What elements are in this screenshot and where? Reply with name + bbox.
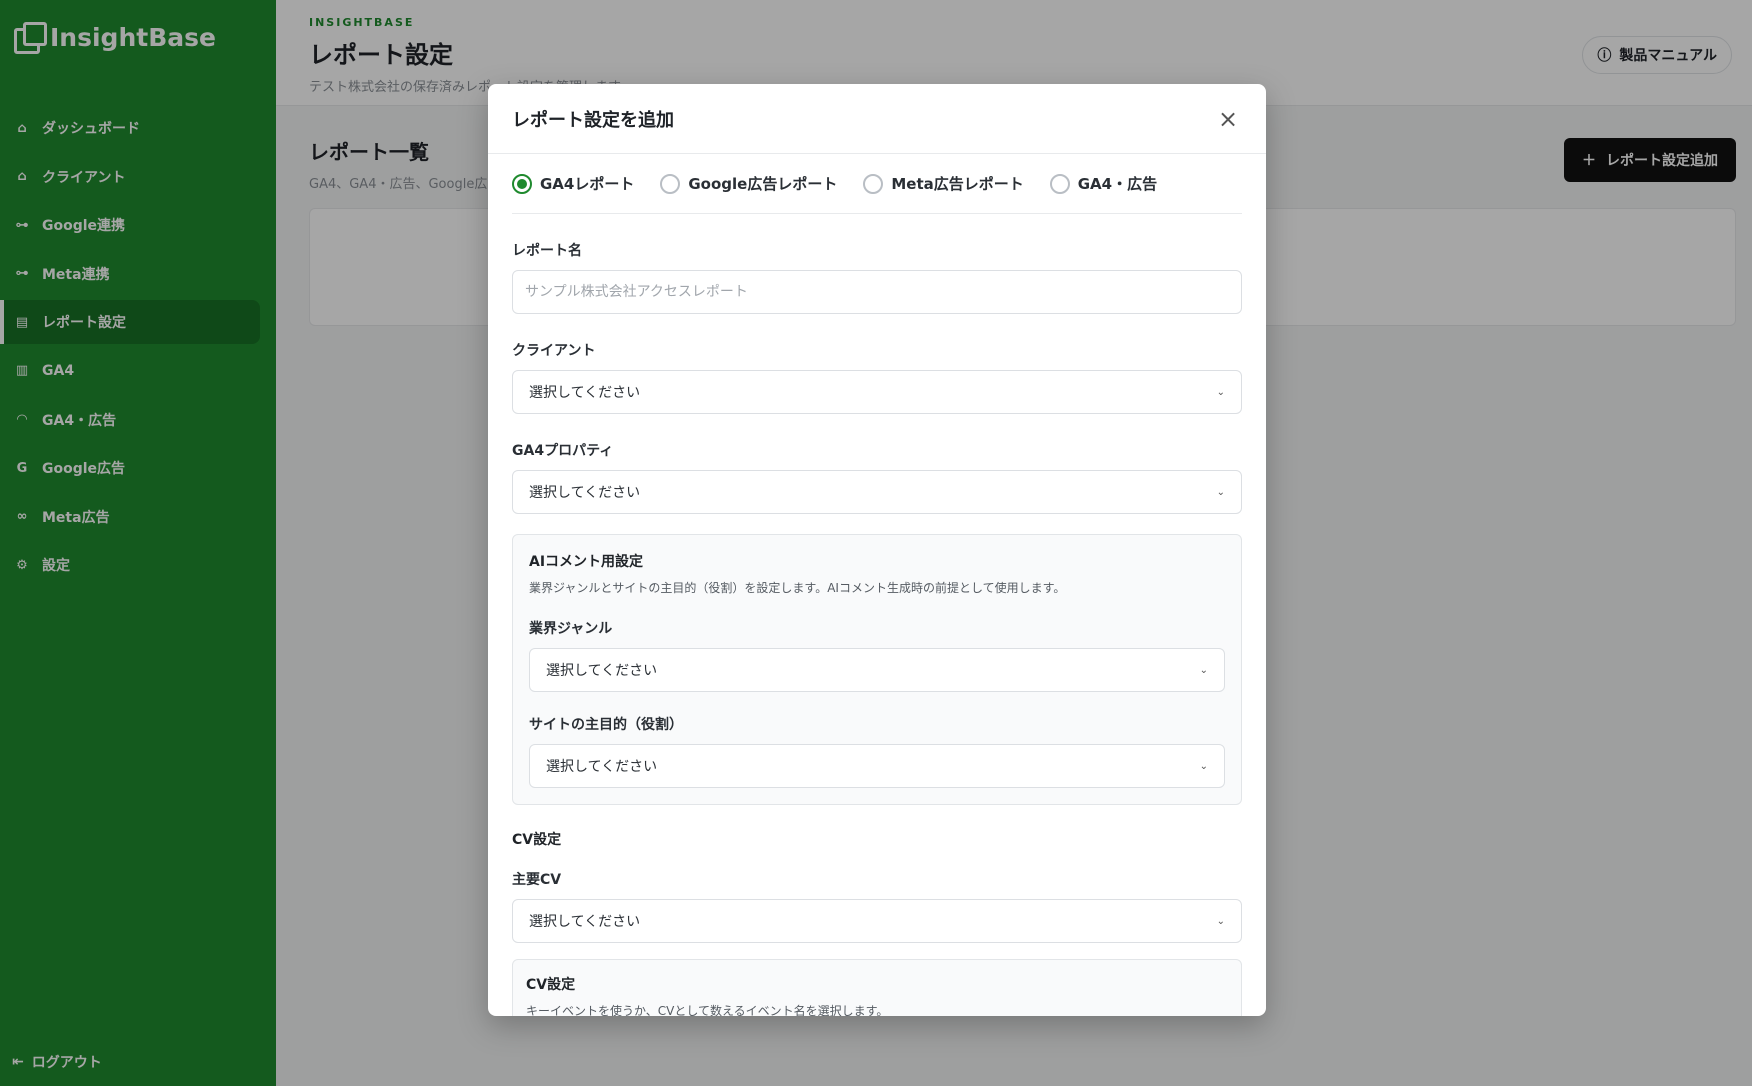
cv-box-description: キーイベントを使うか、CVとして数えるイベント名を選択します。 bbox=[526, 1004, 889, 1016]
select-value: 選択してください bbox=[529, 385, 641, 401]
ga4-property-select[interactable]: 選択してください ⌄ bbox=[512, 470, 1242, 514]
genre-select[interactable]: 選択してください ⌄ bbox=[529, 648, 1225, 692]
radio-google-ads-report[interactable]: Google広告レポート bbox=[660, 173, 837, 194]
main-cv-select[interactable]: 選択してください ⌄ bbox=[512, 899, 1242, 943]
chevron-down-icon: ⌄ bbox=[1216, 486, 1225, 498]
ai-settings-description: 業界ジャンルとサイトの主目的（役割）を設定します。AIコメント生成時の前提として… bbox=[529, 581, 1066, 595]
radio-label: GA4レポート bbox=[540, 175, 635, 193]
ai-comment-settings: AIコメント用設定 業界ジャンルとサイトの主目的（役割）を設定します。AIコメン… bbox=[512, 534, 1242, 805]
radio-ga4-report[interactable]: GA4レポート bbox=[512, 173, 634, 194]
radio-icon bbox=[660, 173, 681, 194]
chevron-down-icon: ⌄ bbox=[1199, 664, 1208, 676]
site-purpose-select[interactable]: 選択してください ⌄ bbox=[529, 744, 1225, 788]
radio-meta-ads-report[interactable]: Meta広告レポート bbox=[863, 173, 1024, 194]
select-value: 選択してください bbox=[546, 759, 658, 775]
cv-settings-box: CV設定 キーイベントを使うか、CVとして数えるイベント名を選択します。 bbox=[512, 959, 1242, 1016]
select-value: 選択してください bbox=[546, 663, 658, 679]
main-cv-label: 主要CV bbox=[512, 872, 562, 888]
client-select[interactable]: 選択してください ⌄ bbox=[512, 370, 1242, 414]
report-name-input[interactable] bbox=[512, 270, 1242, 314]
genre-label: 業界ジャンル bbox=[529, 621, 613, 637]
close-icon[interactable]: × bbox=[1214, 105, 1242, 133]
radio-label: Meta広告レポート bbox=[891, 175, 1024, 193]
site-purpose-label: サイトの主目的（役割） bbox=[529, 717, 683, 733]
modal-title: レポート設定を追加 bbox=[512, 109, 674, 131]
ai-settings-title: AIコメント用設定 bbox=[529, 554, 644, 570]
select-value: 選択してください bbox=[529, 914, 641, 930]
cv-box-title: CV設定 bbox=[526, 977, 576, 993]
radio-label: Google広告レポート bbox=[688, 175, 838, 193]
radio-ga4-ads[interactable]: GA4・広告 bbox=[1049, 173, 1158, 194]
modal-header: レポート設定を追加 × bbox=[488, 84, 1266, 154]
client-label: クライアント bbox=[512, 343, 596, 359]
modal-body: GA4レポート Google広告レポート Meta広告レポート GA4・広告 レ… bbox=[488, 154, 1266, 1016]
radio-selected-icon bbox=[512, 173, 532, 194]
chevron-down-icon: ⌄ bbox=[1216, 915, 1225, 927]
radio-icon bbox=[863, 173, 884, 194]
chevron-down-icon: ⌄ bbox=[1216, 386, 1225, 398]
cv-section-title: CV設定 bbox=[512, 832, 562, 848]
select-value: 選択してください bbox=[529, 485, 641, 501]
radio-label: GA4・広告 bbox=[1077, 175, 1158, 193]
report-name-label: レポート名 bbox=[512, 243, 582, 259]
report-type-radio-group: GA4レポート Google広告レポート Meta広告レポート GA4・広告 bbox=[512, 154, 1242, 214]
add-report-modal: レポート設定を追加 × GA4レポート Google広告レポート Meta広告レ… bbox=[488, 84, 1266, 1016]
chevron-down-icon: ⌄ bbox=[1199, 760, 1208, 772]
ga4-property-label: GA4プロパティ bbox=[512, 443, 614, 459]
radio-icon bbox=[1049, 173, 1070, 194]
